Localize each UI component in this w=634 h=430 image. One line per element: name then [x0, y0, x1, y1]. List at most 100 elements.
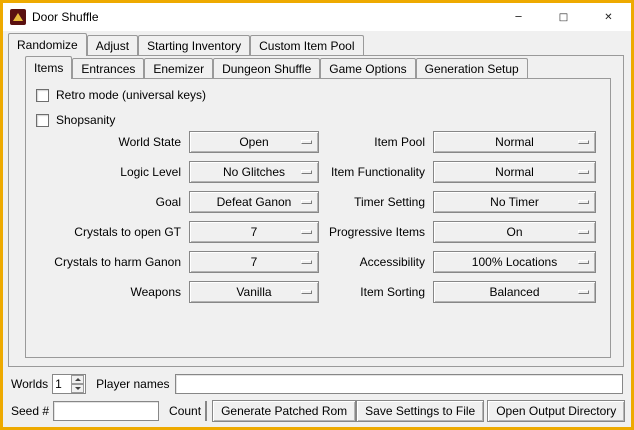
- spin-arrows: [71, 375, 84, 393]
- tab-label: Dungeon Shuffle: [222, 62, 311, 76]
- save-settings-button[interactable]: Save Settings to File: [356, 400, 484, 422]
- crystals-harm-ganon-dropdown[interactable]: 7: [189, 251, 319, 273]
- footer-row-seed: Seed # Count Generate Patched Rom Save S…: [11, 400, 623, 422]
- dropdown-indicator-icon: [301, 290, 312, 294]
- app-icon: [10, 9, 26, 25]
- checkbox-label: Retro mode (universal keys): [56, 88, 206, 102]
- window-title: Door Shuffle: [32, 10, 99, 24]
- checkbox-label: Shopsanity: [56, 113, 115, 127]
- item-pool-label: Item Pool: [324, 135, 428, 149]
- tab-label: Randomize: [17, 38, 78, 52]
- generate-patched-rom-button[interactable]: Generate Patched Rom: [212, 400, 356, 422]
- tab-starting-inventory[interactable]: Starting Inventory: [138, 35, 250, 55]
- minimize-button[interactable]: ─: [496, 3, 541, 31]
- world-state-label: World State: [32, 135, 184, 149]
- dropdown-indicator-icon: [301, 230, 312, 234]
- progressive-items-label: Progressive Items: [324, 225, 428, 239]
- dropdown-indicator-icon: [301, 260, 312, 264]
- window: Door Shuffle ─ □ ✕ Retro mode (universal…: [0, 0, 634, 430]
- dropdown-value: On: [506, 225, 522, 239]
- item-functionality-label: Item Functionality: [324, 165, 428, 179]
- tab-custom-item-pool[interactable]: Custom Item Pool: [250, 35, 363, 55]
- tab-label: Starting Inventory: [147, 39, 241, 53]
- item-sorting-dropdown[interactable]: Balanced: [433, 281, 596, 303]
- tab-label: Enemizer: [153, 62, 204, 76]
- count-input[interactable]: [206, 402, 207, 420]
- crystals-harm-ganon-label: Crystals to harm Ganon: [32, 255, 184, 269]
- checkbox-icon: [36, 89, 49, 102]
- weapons-dropdown[interactable]: Vanilla: [189, 281, 319, 303]
- arrow-down-icon: [75, 387, 81, 390]
- tab-dungeon-shuffle[interactable]: Dungeon Shuffle: [213, 58, 320, 78]
- dropdown-indicator-icon: [301, 170, 312, 174]
- seed-input[interactable]: [53, 401, 159, 421]
- dropdown-indicator-icon: [578, 290, 589, 294]
- dropdown-value: Normal: [495, 135, 534, 149]
- timer-setting-label: Timer Setting: [324, 195, 428, 209]
- checkbox-icon: [36, 114, 49, 127]
- footer-row-worlds: Worlds Player names: [11, 374, 623, 394]
- options-grid: World State Open Item Pool Normal Logic …: [32, 131, 596, 303]
- dropdown-value: Balanced: [489, 285, 539, 299]
- dropdown-value: No Timer: [490, 195, 539, 209]
- accessibility-label: Accessibility: [324, 255, 428, 269]
- spin-down-button[interactable]: [71, 384, 84, 393]
- tab-label: Entrances: [81, 62, 135, 76]
- weapons-label: Weapons: [32, 285, 184, 299]
- tab-randomize[interactable]: Randomize: [8, 33, 87, 56]
- open-output-directory-button[interactable]: Open Output Directory: [487, 400, 625, 422]
- tab-items[interactable]: Items: [25, 56, 72, 79]
- dropdown-indicator-icon: [578, 230, 589, 234]
- accessibility-dropdown[interactable]: 100% Locations: [433, 251, 596, 273]
- tab-generation-setup[interactable]: Generation Setup: [416, 58, 528, 78]
- sub-tab-bar: Items Entrances Enemizer Dungeon Shuffle…: [25, 56, 528, 79]
- checkbox-retro-mode[interactable]: Retro mode (universal keys): [36, 87, 206, 103]
- seed-label: Seed #: [11, 404, 49, 418]
- worlds-label: Worlds: [11, 377, 48, 391]
- worlds-spinbox[interactable]: [52, 374, 86, 394]
- maximize-icon: □: [559, 12, 568, 23]
- dropdown-indicator-icon: [301, 140, 312, 144]
- logic-level-dropdown[interactable]: No Glitches: [189, 161, 319, 183]
- main-tab-bar: Randomize Adjust Starting Inventory Cust…: [8, 33, 364, 56]
- goal-dropdown[interactable]: Defeat Ganon: [189, 191, 319, 213]
- crystals-open-gt-label: Crystals to open GT: [32, 225, 184, 239]
- dropdown-value: 7: [251, 255, 258, 269]
- arrow-up-icon: [75, 378, 81, 381]
- crystals-open-gt-dropdown[interactable]: 7: [189, 221, 319, 243]
- logic-level-label: Logic Level: [32, 165, 184, 179]
- titlebar[interactable]: Door Shuffle ─ □ ✕: [3, 3, 631, 31]
- player-names-label: Player names: [96, 377, 169, 391]
- worlds-input[interactable]: [53, 375, 71, 393]
- tab-enemizer[interactable]: Enemizer: [144, 58, 213, 78]
- tab-entrances[interactable]: Entrances: [72, 58, 144, 78]
- tab-label: Custom Item Pool: [259, 39, 354, 53]
- client-area: Retro mode (universal keys) Shopsanity W…: [3, 31, 631, 427]
- timer-setting-dropdown[interactable]: No Timer: [433, 191, 596, 213]
- item-functionality-dropdown[interactable]: Normal: [433, 161, 596, 183]
- dropdown-value: 100% Locations: [472, 255, 557, 269]
- checkbox-shopsanity[interactable]: Shopsanity: [36, 112, 115, 128]
- minimize-icon: ─: [515, 12, 521, 23]
- dropdown-value: Defeat Ganon: [217, 195, 292, 209]
- tab-label: Generation Setup: [425, 62, 519, 76]
- dropdown-value: Normal: [495, 165, 534, 179]
- tab-game-options[interactable]: Game Options: [320, 58, 415, 78]
- items-tab-pane: Retro mode (universal keys) Shopsanity W…: [25, 78, 611, 358]
- tab-adjust[interactable]: Adjust: [87, 35, 138, 55]
- dropdown-value: Vanilla: [236, 285, 271, 299]
- tab-label: Items: [34, 61, 63, 75]
- progressive-items-dropdown[interactable]: On: [433, 221, 596, 243]
- maximize-button[interactable]: □: [541, 3, 586, 31]
- dropdown-indicator-icon: [578, 260, 589, 264]
- tab-label: Adjust: [96, 39, 129, 53]
- close-button[interactable]: ✕: [586, 3, 631, 31]
- player-names-input[interactable]: [175, 374, 624, 394]
- spin-up-button[interactable]: [71, 375, 84, 384]
- tab-label: Game Options: [329, 62, 406, 76]
- item-pool-dropdown[interactable]: Normal: [433, 131, 596, 153]
- dropdown-value: Open: [239, 135, 268, 149]
- dropdown-value: 7: [251, 225, 258, 239]
- count-spinbox[interactable]: [205, 401, 207, 421]
- world-state-dropdown[interactable]: Open: [189, 131, 319, 153]
